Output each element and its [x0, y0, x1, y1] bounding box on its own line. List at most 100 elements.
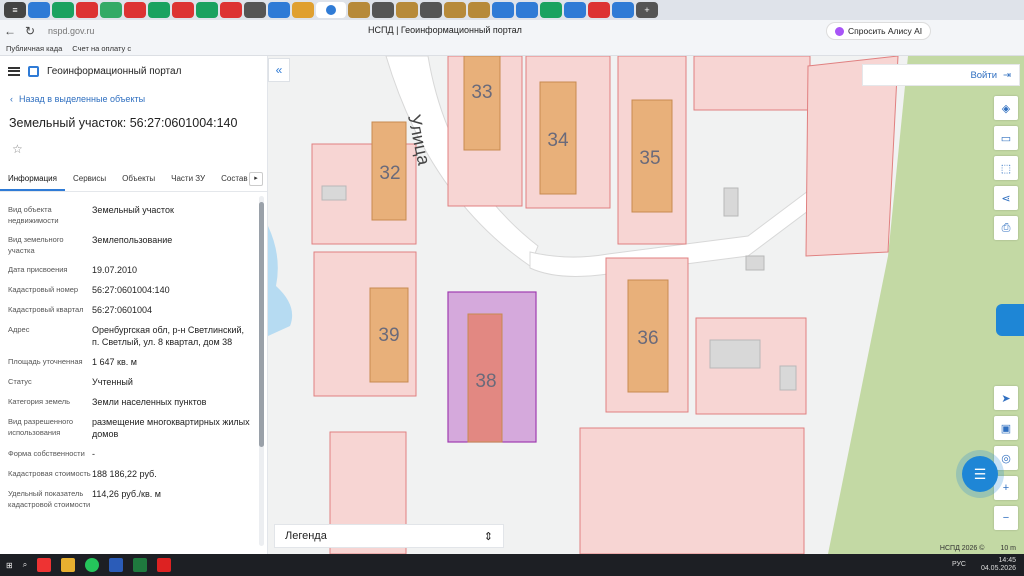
building-label-36: 36 [637, 328, 658, 349]
property-row: Кадастровый номер 56:27:0601004:140 [8, 284, 267, 296]
parcel-south-2[interactable] [579, 427, 805, 554]
tab-parts[interactable]: Части ЗУ [163, 170, 213, 191]
map-view[interactable]: 33 34 35 32 39 38 36 Улица Войти ⇥ ◈ ▭ ⬚… [268, 56, 1024, 554]
back-link-label: Назад в выделенные объекты [19, 94, 146, 104]
scale-label: 10 m [1000, 545, 1016, 552]
tab-favicon[interactable] [420, 2, 442, 18]
property-row: Площадь уточненная 1 647 кв. м [8, 356, 267, 368]
building-33[interactable] [463, 56, 501, 151]
share-icon[interactable]: ⋖ [994, 186, 1018, 210]
layers-icon[interactable]: ◈ [994, 96, 1018, 120]
property-row: Кадастровая стоимость 188 186,22 руб. [8, 468, 267, 480]
map-canvas[interactable]: 33 34 35 32 39 38 36 Улица [268, 56, 1024, 554]
scrollbar-thumb[interactable] [259, 202, 264, 447]
menu-icon[interactable] [8, 66, 20, 76]
property-key: Вид земельного участка [8, 235, 64, 255]
pdf-icon[interactable] [157, 558, 172, 572]
property-value: Земли населенных пунктов [92, 397, 207, 407]
building-label-38: 38 [475, 371, 496, 392]
tab-favicon[interactable] [220, 2, 242, 18]
back-to-selection-link[interactable]: ‹ Назад в выделенные объекты [10, 94, 267, 104]
parcel-east[interactable] [805, 56, 899, 257]
property-key: Статус [8, 377, 32, 386]
tab-favicon[interactable] [172, 2, 194, 18]
tab-favicon[interactable] [612, 2, 634, 18]
tab-favicon[interactable] [348, 2, 370, 18]
yandex-browser-icon[interactable] [37, 558, 52, 572]
whatsapp-icon[interactable] [85, 558, 100, 572]
tab-favicon[interactable] [396, 2, 418, 18]
parcel-north[interactable] [693, 56, 811, 111]
tabs-scroll-right-icon[interactable]: ▸ [249, 172, 263, 186]
building-label-32: 32 [379, 163, 400, 184]
url-field[interactable]: nspd.gov.ru [48, 26, 94, 36]
tab-favicon[interactable] [468, 2, 490, 18]
back-arrow-icon[interactable]: ← [0, 24, 20, 38]
property-key: Кадастровый номер [8, 285, 79, 294]
alice-button[interactable]: Спросить Алису AI [826, 22, 932, 40]
reload-icon[interactable]: ↻ [20, 24, 40, 38]
favorite-star-icon[interactable]: ☆ [12, 142, 267, 156]
property-key: Адрес [8, 325, 30, 334]
tab-favicon[interactable] [124, 2, 146, 18]
property-row: Удельный показатель кадастровой стоимост… [8, 488, 267, 510]
tab-favicon[interactable] [540, 2, 562, 18]
page-title: НСПД | Геоинформационный портал [368, 25, 522, 35]
clock[interactable]: 14:45 04.05.2026 [981, 557, 1016, 573]
search-icon[interactable]: ⌕ [23, 560, 27, 570]
tab-favicon[interactable] [268, 2, 290, 18]
tab-objects[interactable]: Объекты [114, 170, 163, 191]
zoom-out-icon[interactable]: − [994, 506, 1018, 530]
map-scale: НСПД 2026 © 10 m [940, 545, 1016, 552]
tab-favicon[interactable] [28, 2, 50, 18]
login-label: Войти [970, 69, 998, 81]
expand-icon: ⇕ [483, 530, 493, 543]
property-key: Кадастровая стоимость [8, 469, 91, 478]
print-icon[interactable]: ⎙ [994, 216, 1018, 240]
pin-icon[interactable]: ◎ [994, 446, 1018, 470]
tab-favicon[interactable] [76, 2, 98, 18]
windows-start-icon[interactable]: ⊞ [6, 561, 13, 570]
tab-favicon[interactable] [100, 2, 122, 18]
tab-favicon[interactable] [588, 2, 610, 18]
new-tab-icon[interactable]: + [636, 2, 658, 18]
ruler-icon[interactable]: ▭ [994, 126, 1018, 150]
folder-icon[interactable] [61, 558, 76, 572]
chat-fab-icon[interactable]: ☰ [962, 456, 998, 492]
tab-active[interactable] [316, 2, 346, 18]
browser-menu-icon[interactable]: ≡ [4, 2, 26, 18]
property-value: - [92, 449, 95, 459]
sidebar-scrollbar[interactable] [259, 196, 264, 546]
select-area-icon[interactable]: ⬚ [994, 156, 1018, 180]
tab-services[interactable]: Сервисы [65, 170, 114, 191]
excel-icon[interactable] [133, 558, 148, 572]
tab-favicon[interactable] [196, 2, 218, 18]
minimap-icon[interactable]: ▣ [994, 416, 1018, 440]
login-button[interactable]: Войти ⇥ [862, 64, 1020, 86]
parcel-title: Земельный участок: 56:27:0601004:140 [9, 116, 238, 130]
tab-favicon[interactable] [52, 2, 74, 18]
collapse-sidebar-button[interactable]: « [268, 58, 290, 82]
tab-info[interactable]: Информация [0, 170, 65, 191]
legend-toggle[interactable]: Легенда ⇕ [274, 524, 504, 548]
tab-favicon[interactable] [516, 2, 538, 18]
tab-favicon[interactable] [492, 2, 514, 18]
alice-icon [835, 26, 844, 36]
side-chat-icon[interactable] [996, 304, 1024, 336]
tab-favicon[interactable] [444, 2, 466, 18]
locate-icon[interactable]: ➤ [994, 386, 1018, 410]
input-language[interactable]: РУС [952, 561, 966, 568]
tab-favicon[interactable] [148, 2, 170, 18]
legend-label: Легенда [285, 530, 327, 542]
tab-favicon[interactable] [292, 2, 314, 18]
address-bar: ← ↻ nspd.gov.ru НСПД | Геоинформационный… [0, 20, 1024, 42]
bookmark-item[interactable]: Счет на оплату с [72, 44, 131, 53]
bookmark-item[interactable]: Публичная када [6, 44, 62, 53]
bookmarks-bar: Публичная када Счет на оплату с [0, 42, 1024, 56]
tab-favicon[interactable] [564, 2, 586, 18]
sidebar-header: Геоинформационный портал [0, 56, 267, 86]
word-icon[interactable] [109, 558, 124, 572]
zoom-in-icon[interactable]: + [994, 476, 1018, 500]
tab-favicon[interactable] [372, 2, 394, 18]
tab-favicon[interactable] [244, 2, 266, 18]
